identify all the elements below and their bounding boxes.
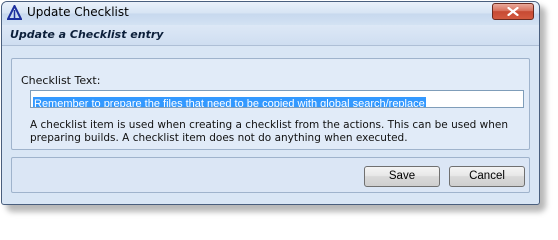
title-bar[interactable]: Update Checklist <box>2 2 539 25</box>
window-title: Update Checklist <box>27 5 129 19</box>
close-icon <box>507 7 519 16</box>
button-bar: Save Cancel <box>11 157 530 193</box>
form-panel: Checklist Text: Remember to prepare the … <box>11 58 530 150</box>
dialog-window: Update Checklist Update a Checklist entr… <box>1 1 540 205</box>
help-text-line: A checklist item is used when creating a… <box>30 119 509 131</box>
cancel-button[interactable]: Cancel <box>449 166 525 187</box>
save-button[interactable]: Save <box>364 166 440 187</box>
dialog-heading: Update a Checklist entry <box>10 28 164 41</box>
checklist-text-input[interactable]: Remember to prepare the files that need … <box>30 90 524 108</box>
help-text-line: preparing builds. A checklist item does … <box>30 132 408 144</box>
help-text: A checklist item is used when creating a… <box>30 119 528 145</box>
triangle-logo-icon <box>6 3 23 20</box>
checklist-text-value: Remember to prepare the files that need … <box>33 97 426 107</box>
checklist-text-label: Checklist Text: <box>21 74 101 87</box>
dialog-header: Update a Checklist entry <box>2 25 539 46</box>
close-button[interactable] <box>492 3 534 20</box>
